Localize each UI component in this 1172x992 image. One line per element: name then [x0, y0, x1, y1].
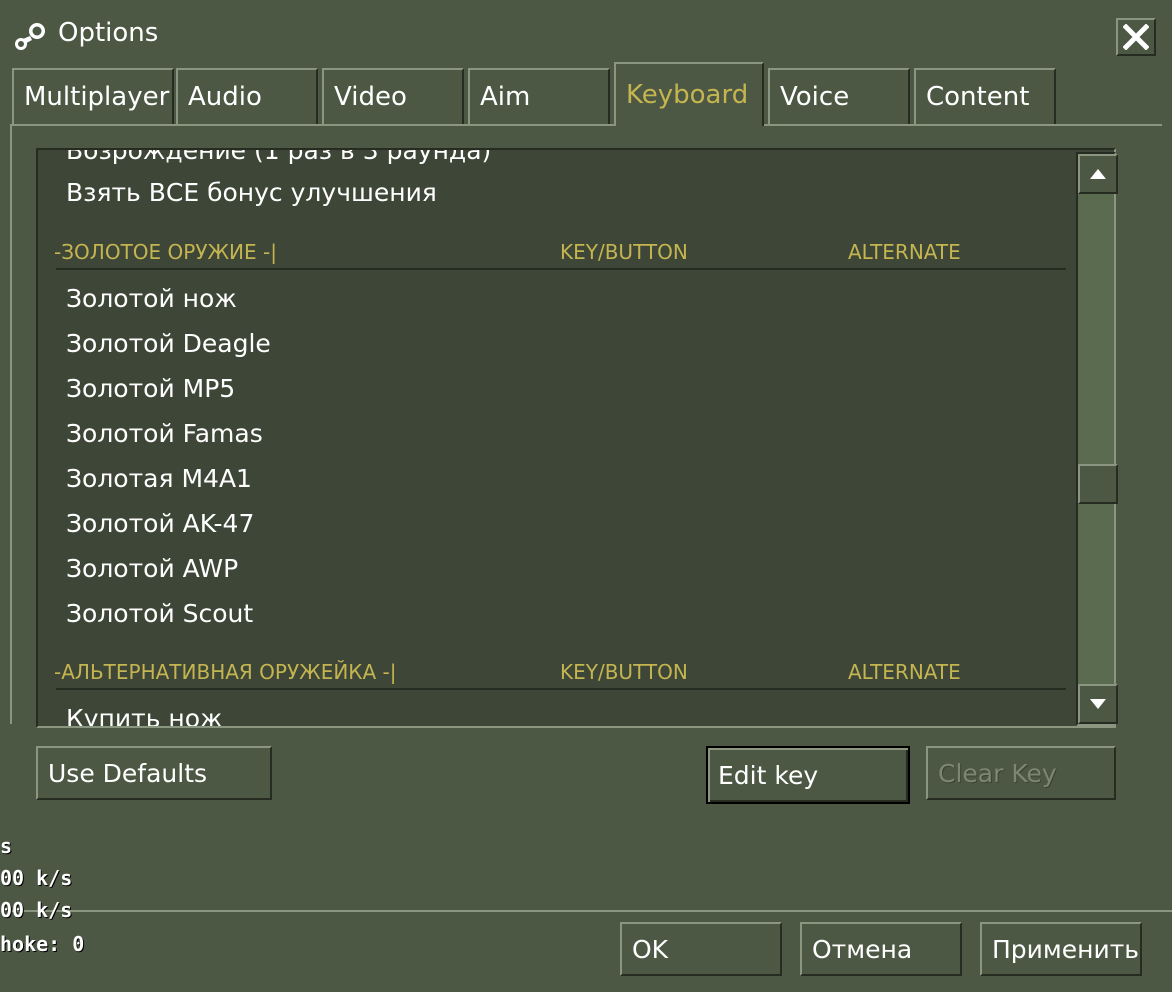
header-divider [56, 268, 1066, 270]
list-item[interactable]: Возрождение (1 раз в 3 раунда) [66, 150, 491, 165]
cancel-button[interactable]: Отмена [800, 922, 962, 976]
list-item[interactable]: Золотой Scout [66, 599, 253, 628]
clear-key-button[interactable]: Clear Key [926, 746, 1116, 800]
bottom-divider [10, 910, 1172, 912]
scroll-down-button[interactable] [1078, 684, 1118, 724]
list-item[interactable]: Золотая M4A1 [66, 464, 252, 493]
list-item[interactable]: Золотой MP5 [66, 374, 235, 403]
section-header-title: АЛЬТЕРНАТИВНАЯ ОРУЖЕЙКА [61, 660, 377, 684]
tab-keyboard[interactable]: Keyboard [614, 62, 764, 126]
list-item[interactable]: Золотой Deagle [66, 329, 271, 358]
section-header-suffix: -| [376, 660, 397, 684]
section-header-alt-weapons: -АЛЬТЕРНАТИВНАЯ ОРУЖЕЙКА -| [54, 660, 397, 684]
close-button[interactable] [1116, 18, 1156, 56]
steam-logo-icon [15, 23, 45, 50]
key-binding-list[interactable]: Возрождение (1 раз в 3 раунда) Взять ВСЕ… [36, 148, 1116, 728]
column-header-alternate: ALTERNATE [848, 660, 961, 684]
list-item[interactable]: Золотой AWP [66, 554, 238, 583]
tab-multiplayer[interactable]: Multiplayer [12, 68, 174, 124]
section-header-title: ЗОЛОТОЕ ОРУЖИЕ [61, 240, 257, 264]
list-item[interactable]: Золотой Famas [66, 419, 263, 448]
window-title: Options [58, 18, 159, 48]
tab-audio[interactable]: Audio [176, 68, 318, 124]
tab-aim[interactable]: Aim [468, 68, 610, 124]
netgraph-line: s [0, 834, 13, 858]
ok-button[interactable]: OK [620, 922, 782, 976]
scroll-thumb[interactable] [1078, 464, 1118, 504]
list-item[interactable]: Золотой нож [66, 284, 237, 313]
list-scrollbar[interactable] [1076, 152, 1118, 726]
column-header-key: KEY/BUTTON [560, 660, 688, 684]
apply-button[interactable]: Применить [980, 922, 1142, 976]
section-header-gold-weapons: -ЗОЛОТОЕ ОРУЖИЕ -| [54, 240, 277, 264]
tab-video[interactable]: Video [322, 68, 464, 124]
scroll-up-button[interactable] [1078, 154, 1118, 194]
close-x-icon [1123, 24, 1149, 50]
tab-voice[interactable]: Voice [768, 68, 910, 124]
column-header-alternate: ALTERNATE [848, 240, 961, 264]
section-header-suffix: -| [256, 240, 277, 264]
use-defaults-button[interactable]: Use Defaults [36, 746, 272, 800]
list-item[interactable]: Купить нож [66, 704, 223, 726]
title-bar[interactable]: Options [0, 0, 1172, 66]
header-divider [56, 688, 1066, 690]
edit-key-button[interactable]: Edit key [706, 746, 910, 804]
netgraph-in-rate: 00 k/s [0, 866, 73, 890]
arrow-up-icon [1090, 169, 1106, 179]
netgraph-choke: hoke: 0 [0, 932, 85, 956]
list-item[interactable]: Взять ВСЕ бонус улучшения [66, 178, 437, 207]
netgraph-out-rate: 00 k/s [0, 898, 73, 922]
column-header-key: KEY/BUTTON [560, 240, 688, 264]
list-item[interactable]: Золотой AK-47 [66, 509, 254, 538]
tab-content[interactable]: Content [914, 68, 1056, 124]
arrow-down-icon [1090, 699, 1106, 709]
